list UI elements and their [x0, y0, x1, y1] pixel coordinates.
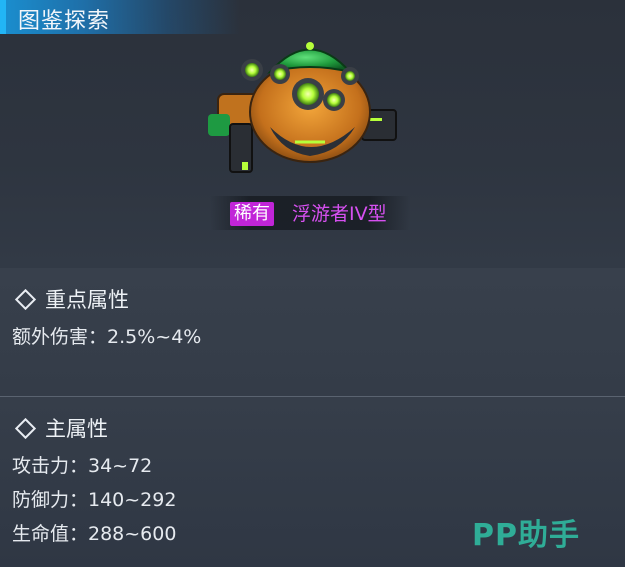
- stat-hp: 生命值：288~600: [12, 523, 177, 545]
- watermark-logo: PP助手: [472, 518, 580, 553]
- stat-attack: 攻击力：34~72: [12, 455, 153, 477]
- title-accent: [0, 0, 6, 34]
- key-attributes-title: 重点属性: [45, 288, 129, 312]
- stat-defense: 防御力：140~292: [12, 489, 177, 511]
- main-attributes-heading: 主属性: [14, 413, 108, 443]
- main-attributes-title: 主属性: [45, 417, 108, 441]
- key-attributes-heading: 重点属性: [14, 284, 129, 314]
- diamond-icon: [14, 288, 37, 311]
- item-name: 浮游者IV型: [292, 203, 387, 225]
- item-preview-panel: 图鉴探索 稀有 浮游者IV型: [0, 0, 625, 268]
- rarity-badge: 稀有: [230, 202, 274, 226]
- stat-extra-damage: 额外伤害：2.5%~4%: [12, 326, 202, 348]
- diamond-icon: [14, 417, 37, 440]
- floating-robot-icon: [208, 42, 397, 173]
- page-title: 图鉴探索: [18, 9, 111, 34]
- key-attributes-section: 重点属性 额外伤害：2.5%~4%: [0, 268, 625, 396]
